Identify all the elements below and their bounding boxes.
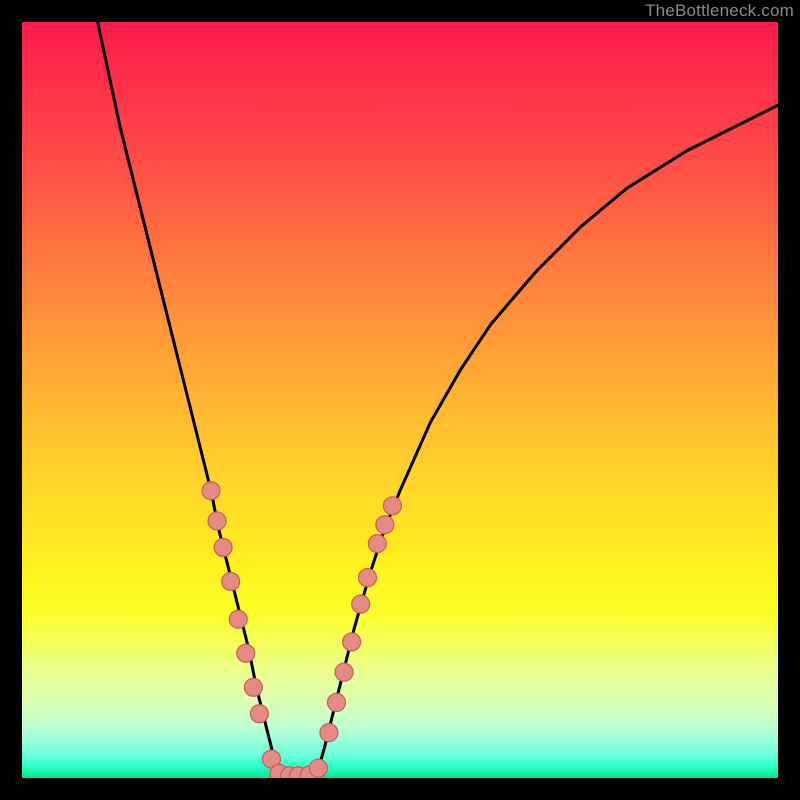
plot-area	[22, 22, 778, 778]
data-marker	[376, 516, 394, 534]
data-marker	[358, 569, 376, 587]
curve-curve-right	[317, 105, 778, 774]
chart-svg	[22, 22, 778, 778]
data-marker	[309, 759, 327, 777]
data-marker	[335, 663, 353, 681]
data-marker	[222, 572, 240, 590]
watermark-text: TheBottleneck.com	[645, 0, 794, 22]
data-marker	[208, 512, 226, 530]
data-marker	[237, 644, 255, 662]
curve-curve-left	[98, 22, 279, 774]
data-marker	[244, 678, 262, 696]
chart-frame: TheBottleneck.com	[0, 0, 800, 800]
data-marker	[202, 482, 220, 500]
data-marker	[383, 497, 401, 515]
data-marker	[368, 535, 386, 553]
data-marker	[214, 538, 232, 556]
data-marker	[343, 633, 361, 651]
data-marker	[229, 610, 247, 628]
data-marker	[320, 724, 338, 742]
data-marker	[352, 595, 370, 613]
data-marker	[250, 705, 268, 723]
data-marker	[328, 693, 346, 711]
